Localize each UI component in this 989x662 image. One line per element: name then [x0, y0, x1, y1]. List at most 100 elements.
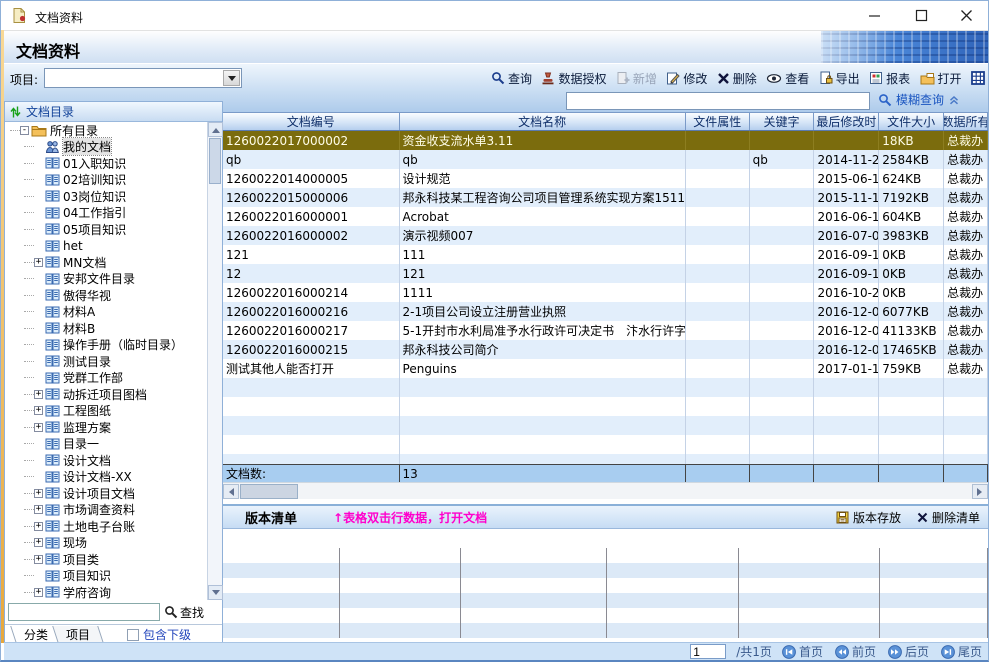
toolbar-button-authorize[interactable]: 数据授权 — [541, 70, 606, 87]
tree-item[interactable]: 测试目录 — [5, 353, 207, 370]
h-scrollbar[interactable] — [223, 482, 988, 499]
fuzzy-search-button[interactable]: 模糊查询 — [878, 91, 960, 108]
tree-expander[interactable]: + — [34, 489, 43, 498]
doc-table-row[interactable]: 121212016-09-190KB总裁办 — [223, 264, 988, 283]
tree-expander[interactable]: + — [34, 588, 43, 597]
version-clear-button[interactable]: 删除清单 — [917, 509, 980, 526]
toolbar-button-query[interactable]: 查询 — [491, 70, 532, 87]
tree-item[interactable]: +MN文档 — [5, 254, 207, 271]
project-select[interactable] — [44, 68, 242, 88]
tree-item[interactable]: +现场 — [5, 535, 207, 552]
tree-expander[interactable]: + — [34, 390, 43, 399]
tree-item[interactable]: 党群工作部 — [5, 370, 207, 387]
tree-item[interactable]: 项目知识 — [5, 568, 207, 585]
tree-item[interactable]: +动拆迁项目图档 — [5, 386, 207, 403]
toolbar-button-edit[interactable]: 修改 — [666, 70, 707, 87]
doc-table-row[interactable]: 1260022017000002资金收支流水单3.1118KB总裁办 — [223, 131, 988, 150]
chevron-down-icon[interactable] — [223, 70, 240, 86]
tree-item[interactable]: 05项目知识 — [5, 221, 207, 238]
nav-last-button[interactable]: 尾页 — [941, 643, 982, 660]
checkbox-icon[interactable] — [127, 629, 139, 641]
nav-next-button[interactable]: 后页 — [888, 643, 929, 660]
tree-item[interactable]: 材料A — [5, 304, 207, 321]
tree-scrollbar[interactable] — [207, 122, 222, 600]
tree-expander[interactable]: + — [34, 258, 43, 267]
toolbar-button-export[interactable]: 导出 — [819, 70, 860, 87]
tab-project[interactable]: 项目 — [52, 626, 104, 643]
tree-item[interactable]: +项目类 — [5, 551, 207, 568]
doc-table-row[interactable]: 12600220160002162-1项目公司设立注册营业执照2016-12-0… — [223, 302, 988, 321]
tree-item[interactable]: 02培训知识 — [5, 172, 207, 189]
scroll-thumb[interactable] — [209, 138, 221, 184]
toolbar-button-grid[interactable] — [971, 71, 985, 85]
tree-expander[interactable]: + — [34, 522, 43, 531]
tree-item[interactable]: 操作手册（临时目录） — [5, 337, 207, 354]
include-sub-checkbox[interactable]: 包含下级 — [127, 626, 191, 643]
nav-first-button[interactable]: 首页 — [782, 643, 823, 660]
minimize-button[interactable] — [857, 1, 891, 30]
doc-table-header-cell[interactable]: 文件大小 — [879, 113, 944, 130]
tree-item[interactable]: +工程图纸 — [5, 403, 207, 420]
doc-table-row[interactable]: 1260022016000215邦永科技公司简介2016-12-0117465K… — [223, 340, 988, 359]
tree-item[interactable]: +设计项目文档 — [5, 485, 207, 502]
doc-table-header-cell[interactable]: 文档名称 — [400, 113, 686, 130]
toolbar-button-delete[interactable]: 删除 — [717, 70, 757, 87]
nav-prev-button[interactable]: 前页 — [835, 643, 876, 660]
doc-table-row[interactable]: 1260022016000001Acrobat2016-06-13604KB总裁… — [223, 207, 988, 226]
doc-table-row[interactable]: qbqbqb2014-11-262584KB总裁办 — [223, 150, 988, 169]
version-store-button[interactable]: 版本存放 — [836, 509, 901, 526]
refresh-icon[interactable] — [10, 105, 21, 119]
doc-table-header-cell[interactable]: 数据所有 — [944, 113, 988, 130]
tree-item[interactable]: +土地电子台账 — [5, 518, 207, 535]
h-scroll-thumb[interactable] — [240, 484, 298, 499]
doc-table-row[interactable]: 1260022015000006邦永科技某工程咨询公司项目管理系统实现方案151… — [223, 188, 988, 207]
tree-item[interactable]: 01入职知识 — [5, 155, 207, 172]
doc-table-cell: qb — [400, 150, 686, 169]
tree-item[interactable]: -所有目录 — [5, 122, 207, 139]
tree-expander[interactable]: + — [34, 406, 43, 415]
tree-item[interactable]: 04工作指引 — [5, 205, 207, 222]
tree-item[interactable]: 傲得华视 — [5, 287, 207, 304]
tree-item[interactable]: 安邦文件目录 — [5, 271, 207, 288]
doc-table-row[interactable]: 126002201600021411112016-10-280KB总裁办 — [223, 283, 988, 302]
tree-item[interactable]: 03岗位知识 — [5, 188, 207, 205]
tree-item[interactable]: 设计文档 — [5, 452, 207, 469]
toolbar-button-report[interactable]: 报表 — [869, 70, 910, 87]
tree-item[interactable]: +监理方案 — [5, 419, 207, 436]
doc-table-row[interactable]: 1211112016-09-190KB总裁办 — [223, 245, 988, 264]
maximize-button[interactable] — [904, 1, 938, 30]
tree-expander[interactable]: + — [34, 505, 43, 514]
close-button[interactable] — [949, 1, 983, 30]
tree-item[interactable]: 设计文档-XX — [5, 469, 207, 486]
doc-table-row[interactable]: 1260022016000002演示视频0072016-07-073983KB总… — [223, 226, 988, 245]
tree-find-button[interactable]: 查找 — [164, 604, 204, 621]
tree-item[interactable]: 材料B — [5, 320, 207, 337]
tree-item[interactable]: 目录一 — [5, 436, 207, 453]
tree-expander[interactable]: + — [34, 538, 43, 547]
tree-item[interactable]: het — [5, 238, 207, 255]
tree-item[interactable]: +市场调查资料 — [5, 502, 207, 519]
tree-item[interactable]: 我的文档 — [5, 139, 207, 156]
doc-table-row[interactable]: 测试其他人能否打开Penguins2017-01-10759KB总裁办 — [223, 359, 988, 378]
doc-table-row[interactable]: 1260022014000005设计规范2015-06-15624KB总裁办 — [223, 169, 988, 188]
page-input[interactable] — [690, 644, 726, 659]
doc-table-header-cell[interactable]: 文件属性 — [686, 113, 750, 130]
doc-table-header-cell[interactable]: 关键字 — [750, 113, 815, 130]
sidebar-tabs: 分类 项目 包含下级 — [5, 624, 222, 644]
doc-table-header-cell[interactable]: 最后修改时 — [814, 113, 879, 130]
scroll-up-arrow[interactable] — [208, 122, 223, 137]
tree-item[interactable]: +学府咨询 — [5, 584, 207, 600]
doc-table-header-cell[interactable]: 文档编号 — [223, 113, 400, 130]
tree-expander[interactable]: + — [34, 423, 43, 432]
scroll-left-arrow[interactable] — [223, 484, 239, 499]
tree-expander[interactable]: - — [20, 126, 29, 135]
scroll-down-arrow[interactable] — [208, 585, 223, 600]
scroll-right-arrow[interactable] — [972, 484, 988, 499]
toolbar-button-open[interactable]: 打开 — [920, 70, 962, 87]
toolbar-button-add[interactable]: 新增 — [616, 70, 657, 87]
toolbar-search-input[interactable] — [566, 92, 870, 110]
tree-search-input[interactable] — [8, 603, 160, 621]
tree-expander[interactable]: + — [34, 555, 43, 564]
doc-table-row[interactable]: 12600220160002175-1开封市水利局准予水行政许可决定书 汴水行许… — [223, 321, 988, 340]
toolbar-button-view[interactable]: 查看 — [766, 70, 809, 87]
